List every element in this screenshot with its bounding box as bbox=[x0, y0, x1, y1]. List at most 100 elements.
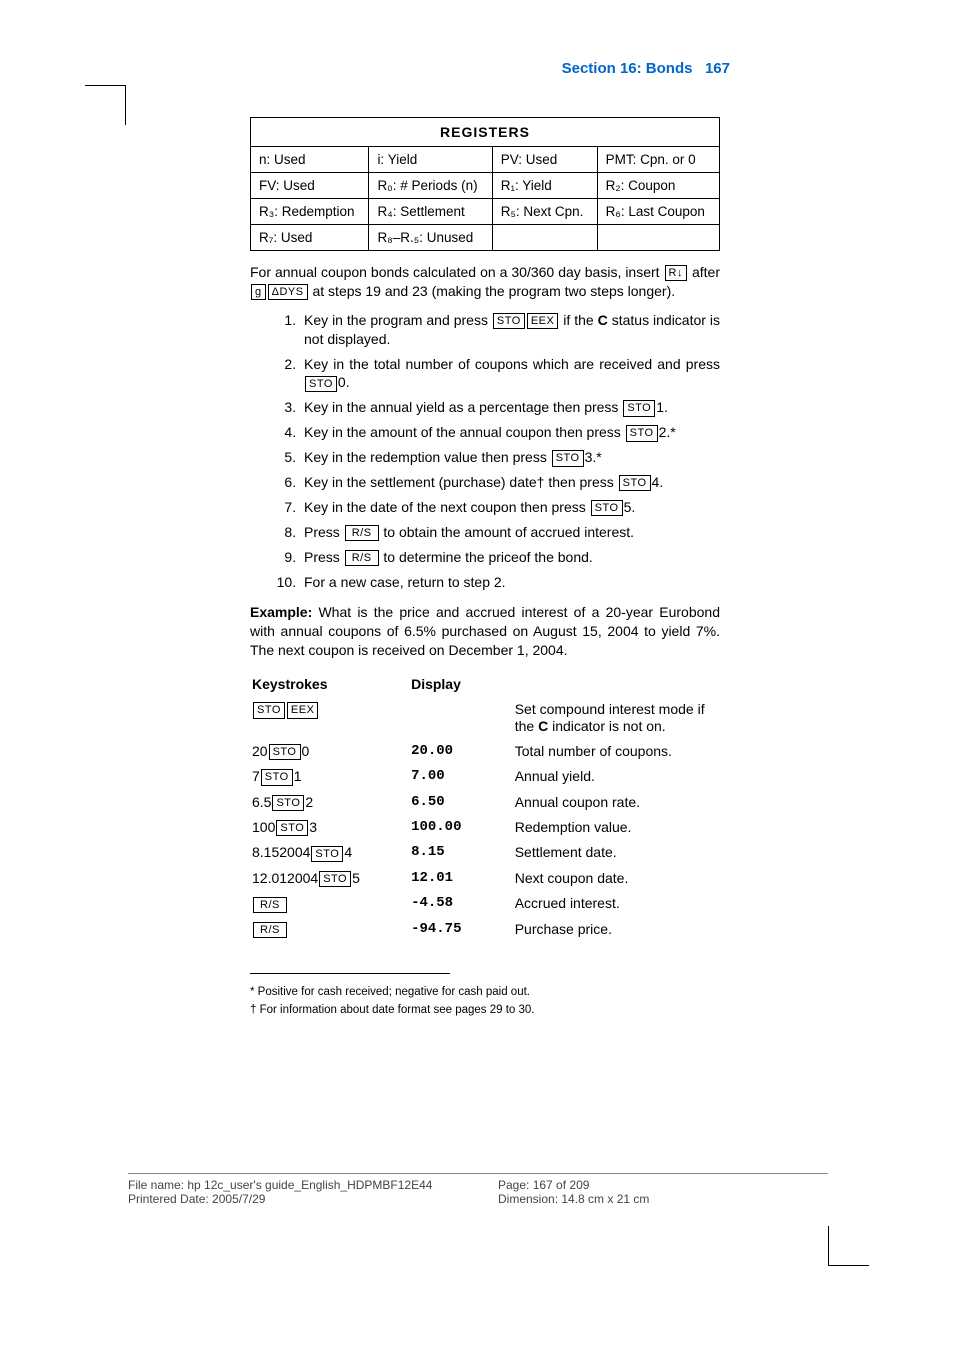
display-cell: 7.00 bbox=[411, 765, 513, 788]
intro-text: at steps 19 and 23 (making the program t… bbox=[309, 283, 676, 299]
reg-cell: R₈–R.₅: Unused bbox=[369, 225, 492, 251]
display-cell bbox=[411, 698, 513, 738]
ex-header-desc bbox=[515, 672, 718, 696]
example-row: 6.5STO26.50Annual coupon rate. bbox=[252, 791, 718, 814]
reg-cell bbox=[597, 225, 719, 251]
step-text: Key in the amount of the annual coupon t… bbox=[304, 424, 625, 440]
keystrokes-cell: 8.152004STO4 bbox=[252, 841, 409, 864]
description-cell: Next coupon date. bbox=[515, 867, 718, 890]
page-footer: File name: hp 12c_user's guide_English_H… bbox=[128, 1173, 828, 1206]
example-text: What is the price and accrued interest o… bbox=[250, 604, 720, 658]
eex-key: EEX bbox=[527, 313, 559, 329]
reg-cell: R₄: Settlement bbox=[369, 199, 492, 225]
description-cell: Total number of coupons. bbox=[515, 740, 718, 763]
keystrokes-cell: 20STO0 bbox=[252, 740, 409, 763]
reg-cell: R₆: Last Coupon bbox=[597, 199, 719, 225]
reg-cell: FV: Used bbox=[251, 173, 369, 199]
reg-cell: R₃: Redemption bbox=[251, 199, 369, 225]
reg-cell bbox=[492, 225, 597, 251]
footer-date: Printered Date: 2005/7/29 bbox=[128, 1192, 498, 1206]
step-item: Key in the date of the next coupon then … bbox=[300, 498, 720, 517]
registers-table: REGISTERS n: Used i: Yield PV: Used PMT:… bbox=[250, 117, 720, 251]
page-number: 167 bbox=[705, 60, 730, 77]
example-row: 12.012004STO512.01Next coupon date. bbox=[252, 867, 718, 890]
footer-dimension: Dimension: 14.8 cm x 21 cm bbox=[498, 1192, 828, 1206]
rs-key: R/S bbox=[253, 922, 287, 938]
keystrokes-cell: 12.012004STO5 bbox=[252, 867, 409, 890]
step-text: Press bbox=[304, 524, 344, 540]
sto-key: STO bbox=[319, 871, 351, 887]
example-row: 8.152004STO48.15Settlement date. bbox=[252, 841, 718, 864]
description-cell: Set compound interest mode if the C indi… bbox=[515, 698, 718, 738]
rs-key: R/S bbox=[253, 897, 287, 913]
display-cell: 6.50 bbox=[411, 791, 513, 814]
reg-cell: R₂: Coupon bbox=[597, 173, 719, 199]
reg-cell: PV: Used bbox=[492, 147, 597, 173]
display-cell: 8.15 bbox=[411, 841, 513, 864]
step-item: Key in the redemption value then press S… bbox=[300, 448, 720, 467]
footnote-1: * Positive for cash received; negative f… bbox=[250, 986, 720, 998]
intro-text: after bbox=[688, 264, 720, 280]
rs-key: R/S bbox=[345, 525, 379, 541]
sto-key: STO bbox=[623, 400, 655, 416]
step-text: Key in the total number of coupons which… bbox=[304, 356, 720, 372]
sto-key: STO bbox=[619, 475, 651, 491]
step-item: Key in the annual yield as a percentage … bbox=[300, 398, 720, 417]
step-text: Key in the redemption value then press bbox=[304, 449, 551, 465]
sto-key: STO bbox=[591, 500, 623, 516]
intro-paragraph: For annual coupon bonds calculated on a … bbox=[250, 263, 720, 301]
step-item: Press R/S to determine the priceof the b… bbox=[300, 548, 720, 567]
step-item: For a new case, return to step 2. bbox=[300, 573, 720, 592]
reg-cell: R₁: Yield bbox=[492, 173, 597, 199]
step-item: Key in the total number of coupons which… bbox=[300, 355, 720, 393]
footnote-2: † For information about date format see … bbox=[250, 1004, 720, 1016]
step-text: Key in the settlement (purchase) date† t… bbox=[304, 474, 618, 490]
ex-header-keystrokes: Keystrokes bbox=[252, 672, 409, 696]
step-text: to obtain the amount of accrued interest… bbox=[380, 524, 635, 540]
reg-cell: R₅: Next Cpn. bbox=[492, 199, 597, 225]
sto-key: STO bbox=[269, 744, 301, 760]
delta-dys-key: ΔDYS bbox=[268, 284, 308, 300]
step-item: Key in the settlement (purchase) date† t… bbox=[300, 473, 720, 492]
description-cell: Purchase price. bbox=[515, 918, 718, 941]
sto-key: STO bbox=[253, 702, 285, 718]
sto-key: STO bbox=[493, 313, 525, 329]
reg-cell: R₀: # Periods (n) bbox=[369, 173, 492, 199]
keystrokes-cell: 100STO3 bbox=[252, 816, 409, 839]
sto-key: STO bbox=[311, 846, 343, 862]
sto-key: STO bbox=[261, 769, 293, 785]
reg-cell: n: Used bbox=[251, 147, 369, 173]
reg-cell: R₇: Used bbox=[251, 225, 369, 251]
example-paragraph: Example: What is the price and accrued i… bbox=[250, 603, 720, 660]
description-cell: Accrued interest. bbox=[515, 892, 718, 915]
page-content: Section 16: Bonds 167 REGISTERS n: Used … bbox=[140, 60, 830, 1022]
keystrokes-cell: STOEEX bbox=[252, 698, 409, 738]
rs-key: R/S bbox=[345, 550, 379, 566]
footer-page: Page: 167 of 209 bbox=[498, 1178, 828, 1192]
step-text: 2.* bbox=[659, 424, 676, 440]
reg-cell: i: Yield bbox=[369, 147, 492, 173]
step-item: Key in the program and press STOEEX if t… bbox=[300, 311, 720, 349]
g-key: g bbox=[251, 284, 266, 300]
step-text: 1. bbox=[656, 399, 668, 415]
step-text: Key in the annual yield as a percentage … bbox=[304, 399, 622, 415]
step-text: 0. bbox=[338, 374, 350, 390]
step-text: Key in the date of the next coupon then … bbox=[304, 499, 590, 515]
keystrokes-cell: R/S bbox=[252, 892, 409, 915]
intro-text: For annual coupon bonds calculated on a … bbox=[250, 264, 664, 280]
description-cell: Annual yield. bbox=[515, 765, 718, 788]
example-row: 20STO020.00Total number of coupons. bbox=[252, 740, 718, 763]
example-row: R/S-94.75Purchase price. bbox=[252, 918, 718, 941]
display-cell: 12.01 bbox=[411, 867, 513, 890]
crop-mark-br bbox=[809, 1236, 869, 1296]
description-cell: Settlement date. bbox=[515, 841, 718, 864]
step-text: if the bbox=[559, 312, 597, 328]
keystrokes-cell: 6.5STO2 bbox=[252, 791, 409, 814]
step-text: Press bbox=[304, 549, 344, 565]
description-cell: Redemption value. bbox=[515, 816, 718, 839]
keystrokes-cell: 7STO1 bbox=[252, 765, 409, 788]
example-row: STOEEX Set compound interest mode if the … bbox=[252, 698, 718, 738]
example-row: 100STO3100.00Redemption value. bbox=[252, 816, 718, 839]
display-cell: -4.58 bbox=[411, 892, 513, 915]
display-cell: 100.00 bbox=[411, 816, 513, 839]
